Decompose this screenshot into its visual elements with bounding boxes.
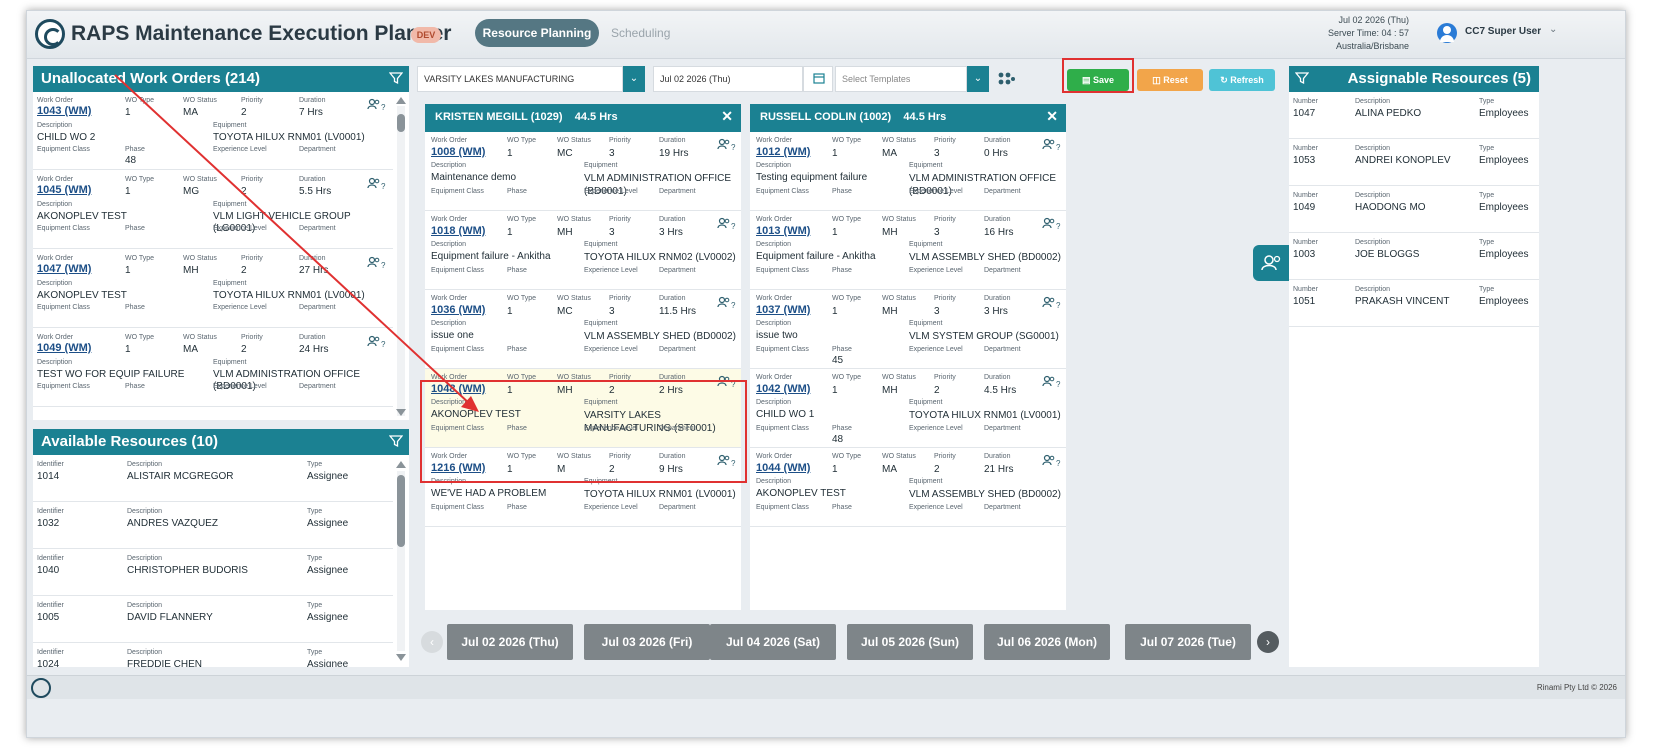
- app-window: RAPS Maintenance Execution Planner DEV R…: [26, 10, 1626, 738]
- annotation-arrow: [114, 74, 479, 412]
